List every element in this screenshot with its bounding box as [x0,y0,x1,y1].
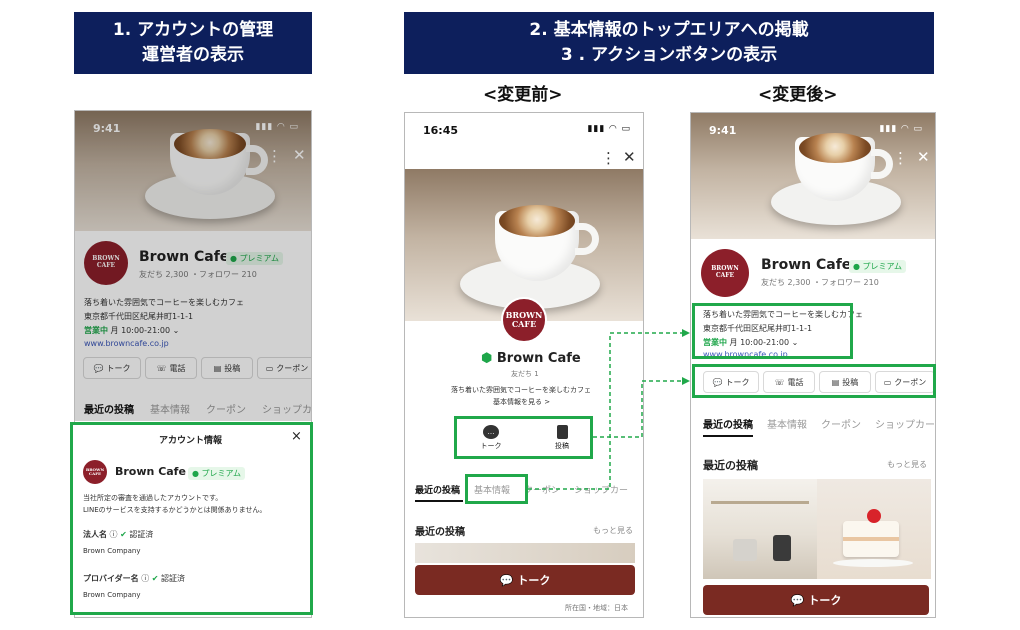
arrow-action-buttons [593,380,684,438]
arrow-basic-info [528,332,684,490]
connector-arrows [528,329,690,490]
